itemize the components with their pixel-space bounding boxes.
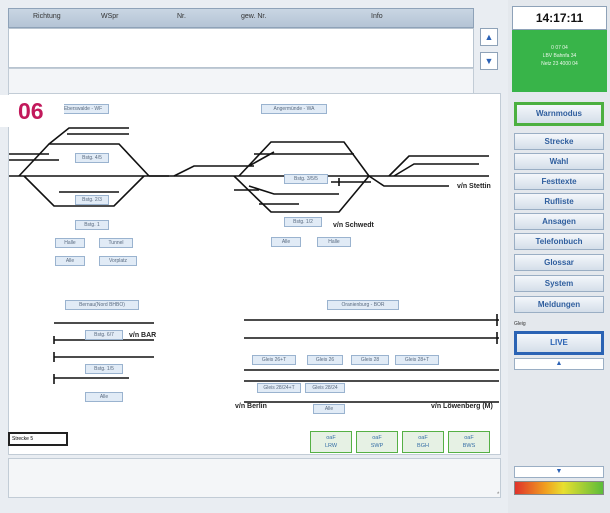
- oaf-swp-line1: oaF: [372, 435, 382, 441]
- resize-grip[interactable]: *: [497, 492, 499, 498]
- panel-scroll-down-button[interactable]: ▼: [514, 466, 604, 478]
- btn-alle-4[interactable]: Alle: [313, 404, 345, 414]
- system-button[interactable]: System: [514, 275, 604, 292]
- station-bernau[interactable]: Bernau(Nord BHBO): [65, 300, 139, 310]
- arrow-down-icon: ▼: [484, 56, 494, 66]
- gleis-label: Gleig: [514, 321, 526, 327]
- wahl-button[interactable]: Wahl: [514, 153, 604, 170]
- col-gew-nr[interactable]: gew. Nr.: [241, 13, 266, 20]
- oaf-lrw-line1: oaF: [326, 435, 336, 441]
- btn-bstg-23[interactable]: Bstg. 2/3: [75, 195, 109, 205]
- glossar-button[interactable]: Glossar: [514, 254, 604, 271]
- btn-bstg-12[interactable]: Bstg. 1/2: [284, 217, 322, 227]
- label-loewenberg: v/n Löwenberg (M): [431, 403, 493, 410]
- station-angermuende[interactable]: Angermünde - WA: [261, 104, 327, 114]
- btn-alle-1[interactable]: Alle: [55, 256, 85, 266]
- strecke-button[interactable]: Strecke: [514, 133, 604, 150]
- btn-gleis-26t[interactable]: Gleis 26+T: [252, 355, 296, 365]
- btn-gleis-28t[interactable]: Gleis 28+T: [395, 355, 439, 365]
- col-richtung[interactable]: Richtung: [33, 13, 61, 20]
- column-header: Richtung WSpr Nr. gew. Nr. Info: [8, 8, 474, 28]
- oaf-lrw-line2: LRW: [324, 443, 338, 449]
- oaf-bgh-line1: oaF: [418, 435, 428, 441]
- arrow-down-icon: ▼: [555, 468, 563, 475]
- track-lines: [9, 127, 499, 403]
- meldungen-button[interactable]: Meldungen: [514, 296, 604, 313]
- btn-gleis-26[interactable]: Gleis 26: [307, 355, 343, 365]
- page-number-tag: 06: [0, 95, 64, 127]
- btn-halle-2[interactable]: Halle: [317, 237, 351, 247]
- message-list[interactable]: [8, 28, 474, 68]
- col-nr[interactable]: Nr.: [177, 13, 186, 20]
- col-info[interactable]: Info: [371, 13, 383, 20]
- connection-status: 0 07 04 LBV Bahnfa 34 Netz 23 4000 04: [512, 30, 607, 92]
- label-schwedt: v/n Schwedt: [333, 222, 374, 229]
- status-line-1: 0 07 04: [551, 45, 568, 51]
- station-eberswalde[interactable]: Eberswalde - WF: [57, 104, 109, 114]
- oaf-lrw-button[interactable]: oaF LRW: [310, 431, 352, 453]
- oaf-swp-button[interactable]: oaF SWP: [356, 431, 398, 453]
- btn-bstg-67[interactable]: Bstg. 6/7: [85, 330, 123, 340]
- festtexte-button[interactable]: Festtexte: [514, 173, 604, 190]
- status-bar: [8, 68, 474, 94]
- status-line-2: LBV Bahnfa 34: [542, 53, 577, 59]
- col-wspr[interactable]: WSpr: [101, 13, 119, 20]
- btn-alle-2[interactable]: Alle: [271, 237, 301, 247]
- btn-bstg-45[interactable]: Bstg. 4/5: [75, 153, 109, 163]
- btn-alle-3[interactable]: Alle: [85, 392, 123, 402]
- scroll-up-button[interactable]: ▲: [480, 28, 498, 46]
- status-line-3: Netz 23 4000 04: [541, 61, 578, 67]
- label-stettin: v/n Stettin: [457, 183, 491, 190]
- rufliste-button[interactable]: Rufliste: [514, 193, 604, 210]
- btn-gleis-28[interactable]: Gleis 28: [351, 355, 389, 365]
- btn-bstg-1b[interactable]: Bstg. 1/5: [85, 364, 123, 374]
- panel-scroll-up-button[interactable]: ▲: [514, 358, 604, 370]
- warnmodus-button[interactable]: Warnmodus: [514, 102, 604, 126]
- arrow-up-icon: ▲: [555, 360, 563, 367]
- btn-halle[interactable]: Halle: [55, 238, 85, 248]
- strecke-field[interactable]: Strecke 5: [8, 432, 68, 446]
- oaf-swp-line2: SWP: [370, 443, 384, 449]
- clock: 14:17:11: [512, 6, 607, 30]
- btn-gleis-2824t[interactable]: Gleis 28/24+T: [257, 383, 301, 393]
- label-berlin: v/n Berlin: [235, 403, 267, 410]
- station-oranienburg[interactable]: Oranienburg - BOR: [327, 300, 399, 310]
- btn-vorplatz[interactable]: Vorplatz: [99, 256, 137, 266]
- oaf-bws-line2: BWS: [462, 443, 476, 449]
- oaf-bws-button[interactable]: oaF BWS: [448, 431, 490, 453]
- btn-gleis-2824[interactable]: Gleis 28/24: [305, 383, 345, 393]
- btn-bstg-1[interactable]: Bstg. 1: [75, 220, 109, 230]
- arrow-up-icon: ▲: [484, 32, 494, 42]
- signal-level-bar: [514, 481, 604, 495]
- ansagen-button[interactable]: Ansagen: [514, 213, 604, 230]
- oaf-bws-line1: oaF: [464, 435, 474, 441]
- telefonbuch-button[interactable]: Telefonbuch: [514, 233, 604, 250]
- track-diagram: Eberswalde - WF Angermünde - WA Bstg. 4/…: [8, 93, 501, 455]
- bottom-message-area[interactable]: [8, 458, 501, 498]
- btn-bstg-35[interactable]: Bstg. 3/5/5: [284, 174, 328, 184]
- label-bar: v/n BAR: [129, 332, 157, 339]
- oaf-bgh-line2: BGH: [417, 443, 429, 449]
- btn-tunnel[interactable]: Tunnel: [99, 238, 133, 248]
- oaf-bgh-button[interactable]: oaF BGH: [402, 431, 444, 453]
- scroll-down-button[interactable]: ▼: [480, 52, 498, 70]
- live-button[interactable]: LIVE: [514, 331, 604, 355]
